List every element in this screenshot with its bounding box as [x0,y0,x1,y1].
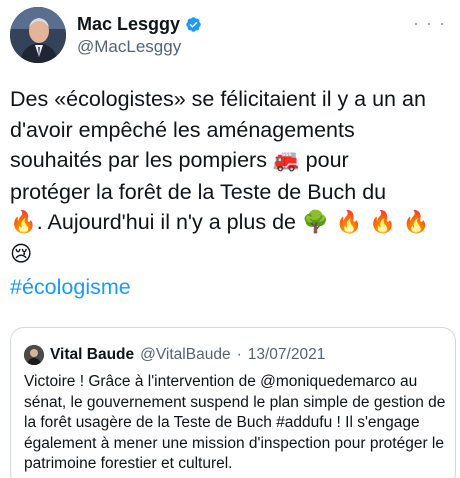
more-options-icon[interactable]: · · · [413,14,446,32]
quoted-author-name[interactable]: Vital Baude [50,346,134,364]
tweet-text-segment: pour [299,148,349,172]
author-display-name[interactable]: Mac Lesggy [77,14,180,35]
author-name-row: Mac Lesggy [77,14,202,35]
tweet-line: d'avoir empêché les aménagements [10,117,355,142]
separator-dot: · [236,346,242,363]
author-avatar[interactable] [10,7,66,63]
quoted-tweet[interactable]: Vital Baude @VitalBaude · 13/07/2021 Vic… [10,327,456,478]
quoted-author-avatar[interactable] [24,345,44,365]
fire-truck-emoji: 🚒 [272,148,300,173]
avatar-portrait-icon [24,345,44,365]
tweet-line: Des «écologistes» se félicitaient il y a… [10,87,426,111]
fire-emoji: 🔥 [10,210,37,235]
quoted-tweet-date[interactable]: 13/07/2021 [248,346,326,364]
hashtag-link[interactable]: #écologisme [10,275,131,300]
avatar-portrait-icon [10,7,66,63]
quoted-tweet-text: Victoire ! Grâce à l'intervention de @mo… [24,373,446,472]
quoted-author-handle[interactable]: @VitalBaude [140,346,230,364]
quoted-tweet-header: Vital Baude @VitalBaude · 13/07/2021 [24,345,325,365]
tree-emoji: 🌳 [301,210,329,235]
tweet-card[interactable]: Mac Lesggy @MacLesggy · · · Des «écologi… [0,0,460,478]
fire-emoji-group: 🔥 🔥 🔥 [328,210,430,235]
tweet-line: 🔥. Aujourd'hui il n'y a plus de 🌳 🔥 🔥 🔥 [10,207,455,239]
tweet-line: protéger la forêt de la Teste de Buch du [10,179,387,204]
author-handle[interactable]: @MacLesggy [77,37,181,57]
tweet-line: 😢 [10,239,455,271]
crying-face-emoji: 😢 [10,241,33,267]
tweet-text-segment: souhaités par les pompiers [10,148,273,172]
tweet-text: Des «écologistes» se félicitaient il y a… [10,84,455,270]
tweet-line: souhaités par les pompiers 🚒 pour [10,145,455,177]
verified-badge-icon [186,17,201,32]
tweet-text-segment: . Aujourd'hui il n'y a plus de [36,210,302,234]
